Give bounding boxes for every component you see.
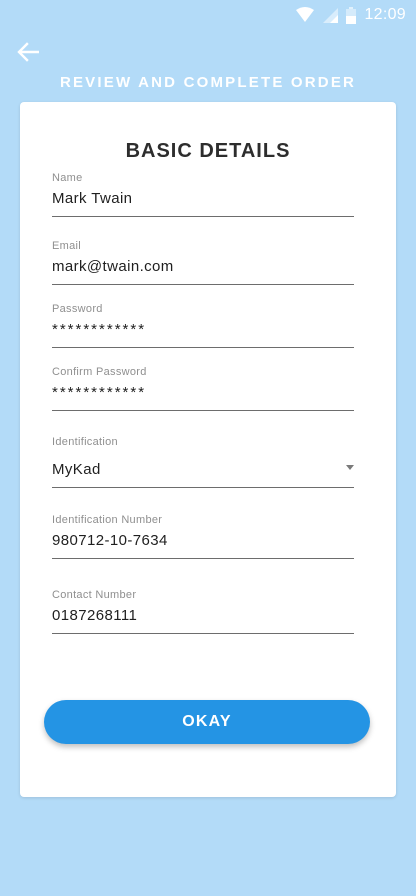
signal-icon (323, 8, 339, 23)
name-input[interactable]: Mark Twain (52, 190, 354, 217)
password-label: Password (52, 303, 103, 315)
page-title: REVIEW AND COMPLETE ORDER (59, 74, 357, 91)
contact-number-input[interactable]: 0187268111 (52, 607, 354, 634)
email-field[interactable]: Email mark@twain.com (52, 240, 354, 285)
identification-number-input[interactable]: 980712-10-7634 (52, 532, 354, 559)
identification-label: Identification (52, 436, 118, 448)
password-field[interactable]: Password ************ (52, 303, 354, 348)
card-title: BASIC DETAILS (125, 140, 291, 162)
dropdown-caret-icon (346, 465, 354, 470)
contact-number-label: Contact Number (52, 589, 137, 601)
status-time: 12:09 (364, 6, 406, 23)
confirm-password-label: Confirm Password (52, 366, 147, 378)
confirm-password-field[interactable]: Confirm Password ************ (52, 366, 354, 411)
identification-field[interactable]: Identification MyKad (52, 436, 354, 488)
wifi-icon (296, 7, 315, 22)
name-label: Name (52, 172, 83, 184)
identification-number-field[interactable]: Identification Number 980712-10-7634 (52, 514, 354, 559)
identification-number-label: Identification Number (52, 514, 163, 526)
password-input[interactable]: ************ (52, 321, 354, 348)
confirm-password-input[interactable]: ************ (52, 384, 354, 411)
email-input[interactable]: mark@twain.com (52, 258, 354, 285)
back-button[interactable] (12, 38, 44, 66)
arrow-left-icon (17, 42, 39, 62)
email-label: Email (52, 240, 82, 252)
status-icons: 12:09 (296, 6, 406, 24)
basic-details-card: BASIC DETAILS Name Mark Twain Email mark… (20, 102, 396, 797)
name-field[interactable]: Name Mark Twain (52, 172, 354, 217)
identification-selected: MyKad (52, 461, 101, 478)
battery-icon (346, 6, 357, 24)
contact-number-field[interactable]: Contact Number 0187268111 (52, 589, 354, 634)
status-bar: 12:09 (0, 0, 416, 32)
identification-select[interactable]: MyKad (52, 461, 354, 488)
okay-button[interactable]: OKAY (44, 700, 370, 744)
